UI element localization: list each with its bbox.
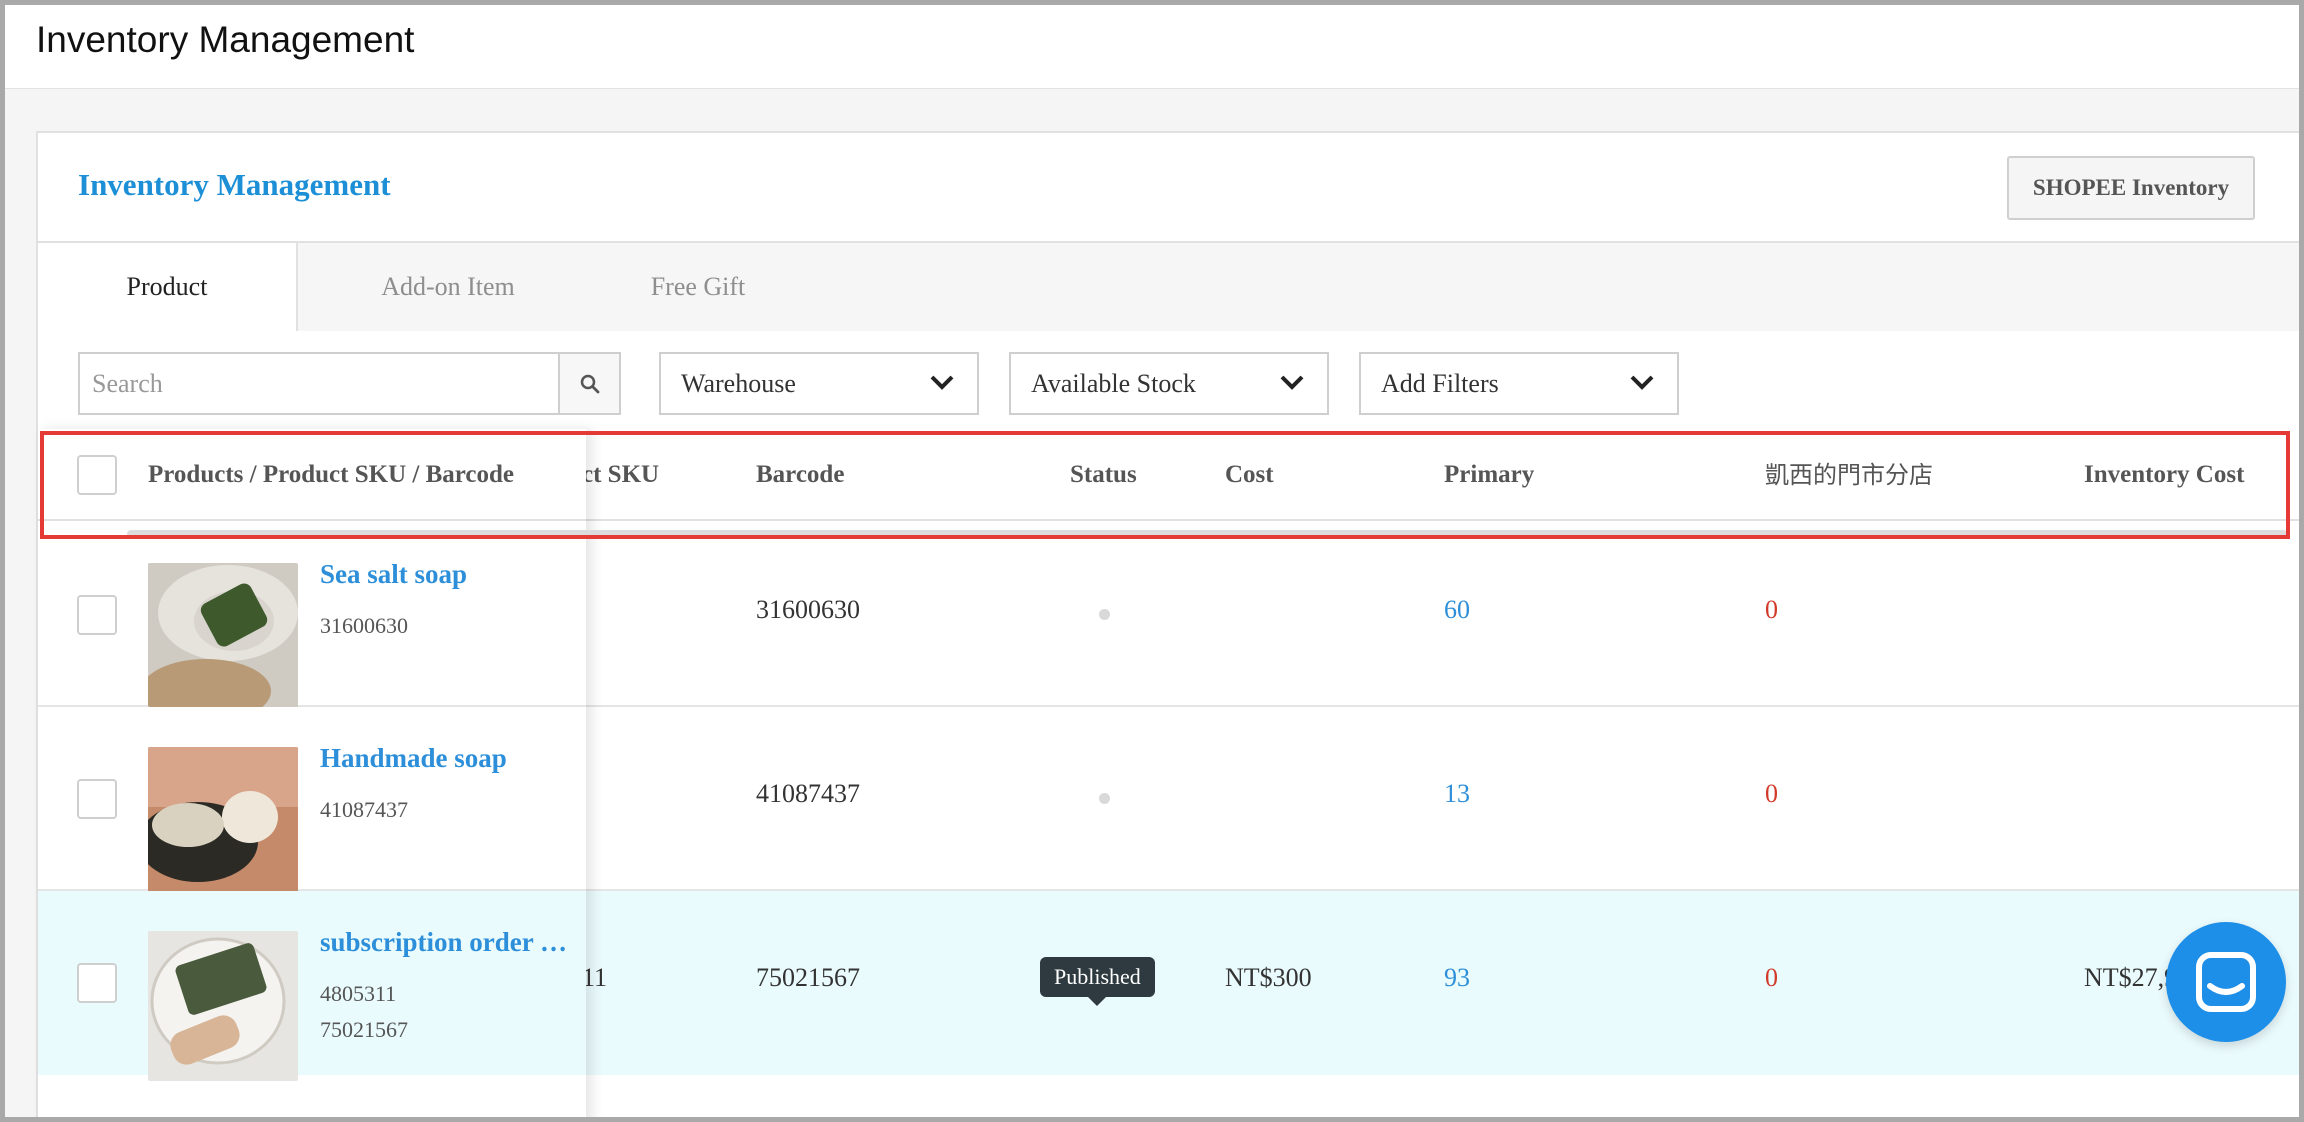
select-all-checkbox[interactable] <box>77 455 117 495</box>
search-icon <box>580 374 600 394</box>
shopee-inventory-button[interactable]: SHOPEE Inventory <box>2007 156 2255 220</box>
product-name-link[interactable]: subscription order … <box>320 927 567 958</box>
product-row[interactable]: subscription order … 4805311 75021567 <box>38 891 586 1081</box>
tab-free-gift[interactable]: Free Gift <box>598 243 798 331</box>
frozen-header: Products / Product SKU / Barcode <box>38 429 586 521</box>
add-filters-dropdown-label: Add Filters <box>1381 369 1499 398</box>
chat-launcher-button[interactable] <box>2166 922 2286 1042</box>
product-sku: 4805311 <box>320 981 397 1006</box>
column-store: 凱西的門市分店 <box>1765 461 1933 489</box>
store-stock-cell[interactable]: 0 <box>1765 595 1778 625</box>
warehouse-dropdown[interactable]: Warehouse <box>659 352 979 415</box>
chevron-down-icon <box>1630 375 1654 390</box>
chevron-down-icon <box>1280 375 1304 390</box>
row-checkbox[interactable] <box>77 963 117 1003</box>
column-inventory-cost: Inventory Cost <box>2084 461 2245 488</box>
sea-salt-soap-image <box>148 563 298 713</box>
column-cost: Cost <box>1225 461 1274 488</box>
column-status: Status <box>1070 461 1137 488</box>
product-thumbnail[interactable] <box>148 931 298 1081</box>
barcode-cell: 41087437 <box>756 779 860 808</box>
available-stock-dropdown[interactable]: Available Stock <box>1009 352 1329 415</box>
cost-cell: NT$300 <box>1225 963 1312 992</box>
app-header: Inventory Management <box>5 5 2299 89</box>
chat-icon <box>2196 952 2256 1012</box>
available-stock-dropdown-label: Available Stock <box>1031 369 1196 398</box>
primary-stock-cell[interactable]: 13 <box>1444 779 1470 809</box>
barcode-cell: 31600630 <box>756 595 860 624</box>
product-sku: 31600630 <box>320 613 408 638</box>
product-thumbnail[interactable] <box>148 747 298 897</box>
add-filters-dropdown[interactable]: Add Filters <box>1359 352 1679 415</box>
status-dot <box>1099 609 1110 620</box>
page-title: Inventory Management <box>78 167 391 202</box>
status-dot <box>1099 793 1110 804</box>
product-barcode: 75021567 <box>320 1017 408 1042</box>
warehouse-dropdown-label: Warehouse <box>681 369 796 398</box>
inventory-card: Inventory Management SHOPEE Inventory Pr… <box>36 131 2300 1122</box>
chevron-down-icon <box>930 375 954 390</box>
product-row[interactable]: Handmade soap 41087437 <box>38 707 586 897</box>
product-thumbnail[interactable] <box>148 563 298 713</box>
search-input[interactable] <box>78 352 558 415</box>
column-product-sku: ct SKU <box>582 461 660 488</box>
tab-product[interactable]: Product <box>38 243 298 331</box>
tab-add-on-item[interactable]: Add-on Item <box>338 243 558 331</box>
row-checkbox[interactable] <box>77 595 117 635</box>
handmade-soap-image <box>148 747 298 897</box>
store-stock-cell[interactable]: 0 <box>1765 779 1778 809</box>
column-barcode: Barcode <box>756 461 845 488</box>
product-name-link[interactable]: Handmade soap <box>320 743 507 774</box>
barcode-cell: 75021567 <box>756 963 860 992</box>
search-button[interactable] <box>558 352 621 415</box>
tab-bar: Product Add-on Item Free Gift <box>38 243 2300 331</box>
subscription-soap-image <box>148 931 298 1081</box>
primary-stock-cell[interactable]: 60 <box>1444 595 1470 625</box>
product-sku: 41087437 <box>320 797 408 822</box>
row-checkbox[interactable] <box>77 779 117 819</box>
store-stock-cell[interactable]: 0 <box>1765 963 1778 993</box>
primary-stock-cell[interactable]: 93 <box>1444 963 1470 993</box>
status-tooltip: Published <box>1040 957 1155 1006</box>
app-title: Inventory Management <box>36 19 415 60</box>
product-name-link[interactable]: Sea salt soap <box>320 559 467 590</box>
card-header: Inventory Management SHOPEE Inventory <box>38 133 2300 243</box>
horizontal-scrollbar[interactable] <box>127 530 2287 538</box>
column-products: Products / Product SKU / Barcode <box>148 461 514 488</box>
inventory-cost-cell: NT$27,9 <box>2084 963 2178 992</box>
column-primary: Primary <box>1444 461 1535 488</box>
product-row[interactable]: Sea salt soap 31600630 <box>38 523 586 713</box>
